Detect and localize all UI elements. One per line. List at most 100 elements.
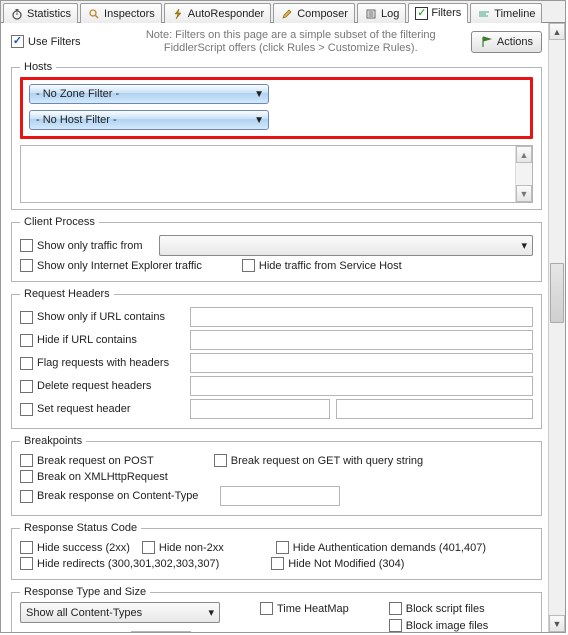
chevron-down-icon: ▼ xyxy=(254,89,264,100)
tab-label: Statistics xyxy=(27,8,71,20)
host-filter-dropdown[interactable]: - No Host Filter - ▼ xyxy=(29,110,269,130)
tab-statistics[interactable]: Statistics xyxy=(3,3,78,23)
request-headers-group: Request Headers Show only if URL contain… xyxy=(11,288,542,429)
show-only-ie-checkbox[interactable]: Show only Internet Explorer traffic xyxy=(20,259,202,272)
magnifier-icon xyxy=(87,7,101,21)
scroll-up-icon[interactable]: ▲ xyxy=(516,146,532,163)
checkbox-icon xyxy=(20,541,33,554)
tab-label: Filters xyxy=(431,7,461,19)
hide-url-field[interactable] xyxy=(190,330,533,350)
hide-success-checkbox[interactable]: Hide success (2xx) xyxy=(20,541,130,554)
breakpoints-group: Breakpoints Break request on POST Break … xyxy=(11,435,542,516)
checkbox-icon: ✓ xyxy=(415,7,428,20)
flag-headers-field[interactable] xyxy=(190,353,533,373)
hide-service-host-checkbox[interactable]: Hide traffic from Service Host xyxy=(242,259,402,272)
flag-headers-checkbox[interactable]: Flag requests with headers xyxy=(20,357,190,370)
chevron-down-icon: ▾ xyxy=(208,606,214,619)
checkbox-icon xyxy=(260,602,273,615)
checkbox-icon xyxy=(276,541,289,554)
scroll-up-icon[interactable]: ▲ xyxy=(549,23,565,40)
hide-non2xx-checkbox[interactable]: Hide non-2xx xyxy=(142,541,224,554)
pencil-icon xyxy=(280,7,294,21)
scroll-thumb[interactable] xyxy=(550,263,564,323)
delete-headers-checkbox[interactable]: Delete request headers xyxy=(20,380,190,393)
checkbox-icon xyxy=(389,602,402,615)
break-on-content-type-checkbox[interactable]: Break response on Content-Type xyxy=(20,490,220,503)
break-on-post-checkbox[interactable]: Break request on POST xyxy=(20,454,154,467)
tab-strip: Statistics Inspectors AutoResponder Comp… xyxy=(1,1,565,23)
tab-label: Inspectors xyxy=(104,8,155,20)
block-image-checkbox[interactable]: Block image files xyxy=(389,619,489,632)
chevron-down-icon: ▼ xyxy=(254,115,264,126)
set-header-checkbox[interactable]: Set request header xyxy=(20,403,190,416)
checkbox-icon xyxy=(242,259,255,272)
checkbox-icon xyxy=(389,619,402,632)
checkbox-icon xyxy=(20,334,33,347)
actions-label: Actions xyxy=(497,36,533,48)
show-only-url-checkbox[interactable]: Show only if URL contains xyxy=(20,311,190,324)
breakpoints-legend: Breakpoints xyxy=(20,435,86,447)
hosts-legend: Hosts xyxy=(20,61,56,73)
client-process-group: Client Process Show only traffic from ▾ … xyxy=(11,216,542,282)
show-only-url-field[interactable] xyxy=(190,307,533,327)
time-heatmap-checkbox[interactable]: Time HeatMap xyxy=(260,602,349,615)
request-headers-legend: Request Headers xyxy=(20,288,114,300)
break-on-xhr-checkbox[interactable]: Break on XMLHttpRequest xyxy=(20,470,168,483)
checkbox-icon xyxy=(271,557,284,570)
hide-not-modified-checkbox[interactable]: Hide Not Modified (304) xyxy=(271,557,404,570)
checkbox-icon xyxy=(20,259,33,272)
block-script-checkbox[interactable]: Block script files xyxy=(389,602,489,615)
tab-autoresponder[interactable]: AutoResponder xyxy=(164,3,271,23)
host-filter-value: - No Host Filter - xyxy=(36,114,117,126)
use-filters-label: Use Filters xyxy=(28,36,81,48)
outer-scrollbar[interactable]: ▲ ▼ xyxy=(548,23,565,632)
tab-label: Log xyxy=(381,8,399,20)
log-icon xyxy=(364,7,378,21)
stopwatch-icon xyxy=(10,7,24,21)
hide-auth-checkbox[interactable]: Hide Authentication demands (401,407) xyxy=(276,541,486,554)
checkbox-icon xyxy=(20,311,33,324)
hosts-highlight-box: - No Zone Filter - ▼ - No Host Filter - … xyxy=(20,77,533,139)
process-dropdown[interactable]: ▾ xyxy=(159,235,533,256)
scroll-down-icon[interactable]: ▼ xyxy=(549,615,565,632)
hide-smaller-value-field[interactable]: 1 xyxy=(131,631,191,632)
content-type-field[interactable] xyxy=(220,486,340,506)
hosts-group: Hosts - No Zone Filter - ▼ - No Host Fil… xyxy=(11,61,542,210)
response-status-legend: Response Status Code xyxy=(20,522,141,534)
timeline-icon xyxy=(477,7,491,21)
checkbox-icon xyxy=(214,454,227,467)
checkbox-icon xyxy=(20,470,33,483)
scroll-down-icon[interactable]: ▼ xyxy=(516,185,532,202)
tab-filters[interactable]: ✓ Filters xyxy=(408,3,468,23)
scrollbar[interactable]: ▲ ▼ xyxy=(515,146,532,202)
hosts-textarea[interactable]: ▲ ▼ xyxy=(20,145,533,203)
checkbox-icon xyxy=(20,490,33,503)
checkbox-icon xyxy=(20,403,33,416)
zone-filter-value: - No Zone Filter - xyxy=(36,88,119,100)
actions-button[interactable]: Actions xyxy=(471,31,542,53)
filters-note: Note: Filters on this page are a simple … xyxy=(111,29,471,55)
tab-label: Composer xyxy=(297,8,348,20)
hide-redirects-checkbox[interactable]: Hide redirects (300,301,302,303,307) xyxy=(20,557,219,570)
tab-label: AutoResponder xyxy=(188,8,264,20)
chevron-down-icon: ▾ xyxy=(521,239,527,252)
tab-composer[interactable]: Composer xyxy=(273,3,355,23)
tab-timeline[interactable]: Timeline xyxy=(470,3,542,23)
response-status-group: Response Status Code Hide success (2xx) … xyxy=(11,522,542,580)
hide-url-checkbox[interactable]: Hide if URL contains xyxy=(20,334,190,347)
checkbox-icon xyxy=(20,557,33,570)
set-header-value-field[interactable] xyxy=(336,399,533,419)
tab-log[interactable]: Log xyxy=(357,3,406,23)
checkbox-icon xyxy=(20,380,33,393)
break-on-get-query-checkbox[interactable]: Break request on GET with query string xyxy=(214,454,423,467)
lightning-icon xyxy=(171,7,185,21)
content-types-dropdown[interactable]: Show all Content-Types ▾ xyxy=(20,602,220,623)
set-header-name-field[interactable] xyxy=(190,399,330,419)
delete-headers-field[interactable] xyxy=(190,376,533,396)
tab-inspectors[interactable]: Inspectors xyxy=(80,3,162,23)
use-filters-checkbox[interactable]: Use Filters xyxy=(11,35,81,48)
checkbox-icon xyxy=(20,357,33,370)
zone-filter-dropdown[interactable]: - No Zone Filter - ▼ xyxy=(29,84,269,104)
filters-panel: Use Filters Note: Filters on this page a… xyxy=(1,23,548,632)
show-only-traffic-from-checkbox[interactable]: Show only traffic from xyxy=(20,239,143,252)
